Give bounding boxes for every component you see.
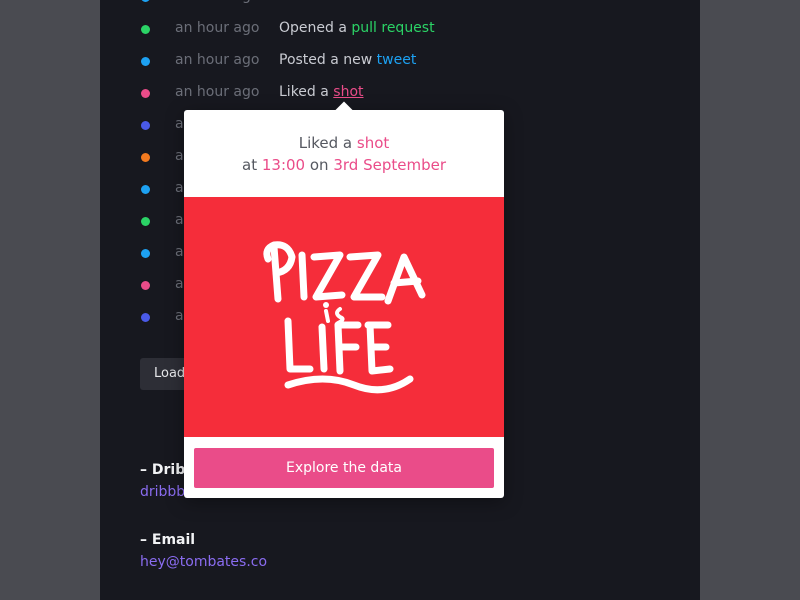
feed-item: an hour ago Posted a new tweet — [100, 45, 700, 77]
feed-time: a — [175, 116, 184, 132]
feed-time: an hour ago — [175, 0, 259, 4]
status-dot-icon — [141, 57, 150, 66]
status-dot-icon — [141, 153, 150, 162]
popover-on: on — [309, 156, 329, 174]
feed-object-link[interactable]: shot — [333, 84, 363, 100]
popover-time: 13:00 — [261, 156, 306, 174]
feed-action-text: Opened a — [279, 20, 347, 36]
popover-object[interactable]: shot — [357, 134, 389, 152]
pizza-is-life-artwork — [263, 241, 426, 394]
feed-action: Liked a tweet — [279, 0, 373, 4]
shot-image[interactable] — [184, 197, 504, 437]
popover-timestamp: at 13:00 on 3rd September — [184, 156, 504, 174]
popover-title: Liked a shot — [184, 134, 504, 152]
feed-action-text: Liked a — [279, 0, 329, 4]
feed-time: a — [175, 212, 184, 228]
dribbble-link[interactable]: dribbb — [140, 484, 185, 500]
popover-action: Liked a — [298, 134, 353, 152]
feed-item: an hour ago Liked a tweet — [100, 0, 700, 13]
feed-action: Posted a new tweet — [279, 52, 416, 68]
email-label: – Email — [140, 532, 196, 548]
feed-action-text: Liked a — [279, 84, 329, 100]
explore-data-button[interactable]: Explore the data — [194, 448, 494, 488]
feed-time: a — [175, 148, 184, 164]
status-dot-icon — [141, 249, 150, 258]
status-dot-icon — [141, 217, 150, 226]
feed-action: Liked a shot — [279, 84, 364, 100]
feed-time: a — [175, 276, 184, 292]
status-dot-icon — [141, 313, 150, 322]
popover-date: 3rd September — [333, 156, 446, 174]
status-dot-icon — [141, 281, 150, 290]
feed-time: an hour ago — [175, 20, 260, 36]
feed-time: a — [175, 180, 184, 196]
status-dot-icon — [141, 121, 150, 130]
shot-popover: Liked a shot at 13:00 on 3rd September E… — [184, 101, 504, 498]
feed-time: an hour ago — [175, 52, 260, 68]
status-dot-icon — [141, 89, 150, 98]
status-dot-icon — [141, 185, 150, 194]
email-link[interactable]: hey@tombates.co — [140, 554, 267, 570]
feed-time: a — [175, 308, 184, 324]
feed-action-text: Posted a new — [279, 52, 373, 68]
feed-item: an hour ago Liked a shot — [100, 77, 700, 109]
feed-time: an hour ago — [175, 84, 260, 100]
status-dot-icon — [141, 0, 150, 2]
status-dot-icon — [141, 25, 150, 34]
popover-at: at — [242, 156, 258, 174]
feed-object-link[interactable]: tweet — [377, 52, 417, 68]
feed-action: Opened a pull request — [279, 20, 435, 36]
feed-item: an hour ago Opened a pull request — [100, 13, 700, 45]
feed-object-link[interactable]: pull request — [351, 20, 434, 36]
feed-time: a — [175, 244, 184, 260]
feed-object-link[interactable]: tweet — [333, 0, 373, 4]
